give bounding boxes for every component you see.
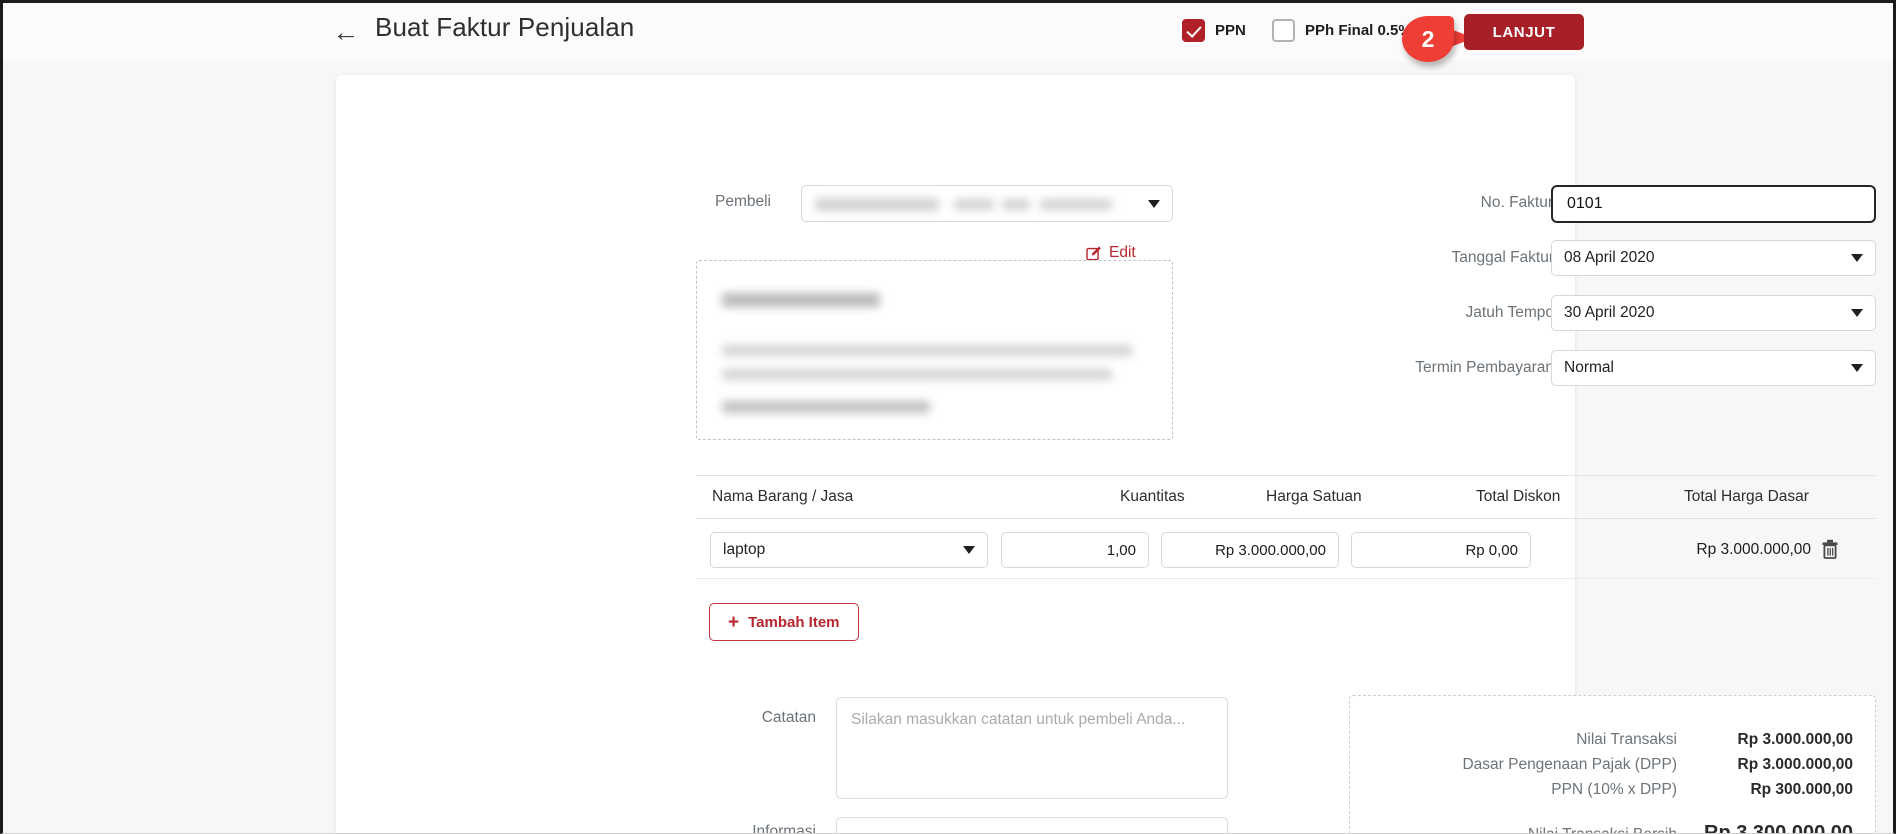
address-line-redacted [722, 401, 930, 413]
summary-label: PPN (10% x DPP) [1551, 781, 1677, 798]
invoice-date-select[interactable]: 08 April 2020 [1551, 240, 1876, 276]
payment-term-value: Normal [1564, 359, 1614, 376]
notes-label: Catatan [761, 709, 816, 726]
address-line-redacted [722, 293, 880, 307]
buyer-address-box [696, 260, 1173, 440]
item-name-select[interactable]: laptop [710, 532, 988, 568]
column-header-kuantitas: Kuantitas [1120, 488, 1185, 505]
item-line-total: Rp 3.000.000,00 [1696, 541, 1811, 558]
chevron-down-icon [963, 546, 975, 554]
column-header-total: Total Harga Dasar [1684, 488, 1809, 505]
payment-term-label: Termin Pembayaran [1415, 359, 1554, 376]
summary-row: Nilai Transaksi Rp 3.000.000,00 [1350, 731, 1875, 749]
payment-info-textarea[interactable] [836, 817, 1228, 833]
add-item-button[interactable]: + Tambah Item [709, 603, 859, 641]
chevron-down-icon [1851, 254, 1863, 262]
invoice-form-card: Pembeli Edit No. Faktur 0101 Tanggal Fak… [336, 75, 1876, 834]
column-header-diskon: Total Diskon [1476, 488, 1561, 505]
invoice-date-label: Tanggal Faktur [1451, 249, 1554, 266]
address-line-redacted [722, 345, 1132, 356]
due-date-value: 30 April 2020 [1564, 304, 1655, 321]
summary-label: Nilai Transaksi [1576, 731, 1677, 748]
summary-value: Rp 3.000.000,00 [1737, 731, 1853, 748]
address-line-redacted [722, 369, 1112, 380]
item-unit-price-input[interactable] [1161, 532, 1339, 568]
add-item-label: Tambah Item [748, 613, 840, 631]
item-discount-input[interactable] [1351, 532, 1531, 568]
payment-term-select[interactable]: Normal [1551, 350, 1876, 386]
summary-label: Dasar Pengenaan Pajak (DPP) [1462, 756, 1677, 773]
pencil-square-icon [1086, 245, 1103, 262]
notes-textarea[interactable] [836, 697, 1228, 799]
page-title: Buat Faktur Penjualan [375, 12, 635, 42]
buyer-value-redacted [815, 198, 939, 211]
ppn-checkbox-option[interactable]: PPN [1182, 19, 1246, 42]
chevron-down-icon [1148, 199, 1160, 208]
plus-icon: + [728, 611, 740, 633]
totals-summary-panel: Nilai Transaksi Rp 3.000.000,00 Dasar Pe… [1349, 695, 1876, 834]
summary-total-value: Rp 3.300.000,00 [1704, 822, 1853, 834]
invoice-no-input[interactable] [1551, 185, 1876, 223]
invoice-no-label: No. Faktur [1480, 194, 1553, 211]
summary-value: Rp 3.000.000,00 [1737, 756, 1853, 773]
chevron-down-icon [1851, 309, 1863, 317]
due-date-label: Jatuh Tempo [1465, 304, 1554, 321]
top-bar [3, 3, 1893, 61]
app-screen: ← Buat Faktur Penjualan PPN PPh Final 0.… [0, 0, 1896, 834]
summary-total-label: Nilai Transaksi Bersih [1350, 826, 1699, 833]
ppn-label: PPN [1215, 22, 1246, 39]
pph-final-checkbox-option[interactable]: PPh Final 0.5% [1272, 19, 1412, 42]
summary-row: Dasar Pengenaan Pajak (DPP) Rp 3.000.000… [1350, 756, 1875, 774]
column-header-nama: Nama Barang / Jasa [712, 488, 854, 505]
buyer-label: Pembeli [715, 193, 771, 210]
item-name-value: laptop [723, 541, 766, 558]
pph-final-label: PPh Final 0.5% [1305, 22, 1412, 39]
continue-button[interactable]: LANJUT [1464, 14, 1584, 50]
ppn-checkbox[interactable] [1182, 19, 1205, 42]
column-header-harga: Harga Satuan [1266, 488, 1362, 505]
chevron-down-icon [1851, 364, 1863, 372]
item-quantity-input[interactable] [1001, 532, 1149, 568]
buyer-value-redacted [954, 199, 994, 210]
buyer-value-redacted [1002, 199, 1030, 210]
buyer-select[interactable] [801, 185, 1173, 222]
buyer-value-redacted [1040, 199, 1112, 210]
invoice-date-value: 08 April 2020 [1564, 249, 1655, 266]
trash-icon[interactable] [1821, 539, 1839, 564]
due-date-select[interactable]: 30 April 2020 [1551, 295, 1876, 331]
table-row: laptop Rp 3.000.000,00 [696, 527, 1876, 579]
summary-row: PPN (10% x DPP) Rp 300.000,00 [1350, 781, 1875, 799]
summary-total-row: Nilai Transaksi Bersih Rp 3.300.000,00 [1350, 822, 1875, 834]
summary-value: Rp 300.000,00 [1750, 781, 1853, 798]
back-arrow-icon[interactable]: ← [330, 17, 362, 49]
payment-info-label-line1: Informasi [752, 823, 816, 834]
pph-final-checkbox[interactable] [1272, 19, 1295, 42]
items-table-header: Nama Barang / Jasa Kuantitas Harga Satua… [696, 475, 1876, 519]
